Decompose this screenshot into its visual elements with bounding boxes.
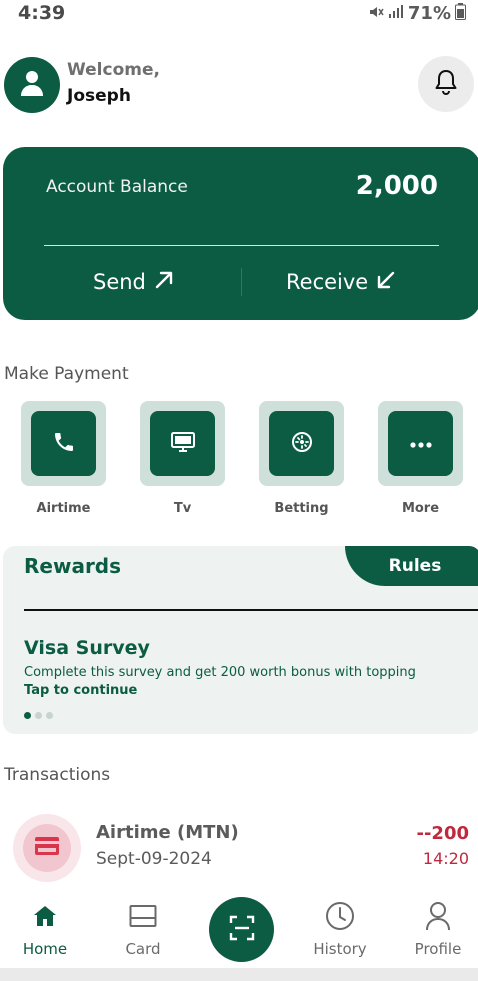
transactions-title: Transactions — [4, 765, 111, 785]
receive-label: Receive — [286, 270, 369, 294]
history-icon — [324, 900, 356, 932]
credit-card-icon — [34, 836, 60, 860]
nav-history[interactable]: History — [300, 900, 380, 966]
tv-icon — [170, 430, 196, 458]
betting-icon-box — [269, 411, 334, 476]
user-name: Joseph — [67, 86, 131, 106]
system-nav-bar — [0, 968, 478, 981]
more-icon — [409, 434, 433, 453]
airtime-button[interactable] — [21, 401, 106, 486]
more-icon-box — [388, 411, 453, 476]
user-icon — [19, 69, 45, 101]
tv-icon-box — [150, 411, 215, 476]
nav-profile-label: Profile — [414, 940, 462, 958]
rules-label: Rules — [388, 556, 442, 576]
status-bar: 4:39 71% — [0, 0, 478, 30]
survey-cta[interactable]: Tap to continue — [24, 683, 137, 698]
airtime-label: Airtime — [36, 501, 91, 516]
tv-label: Tv — [173, 501, 192, 516]
send-label: Send — [93, 270, 146, 294]
transaction-amount: --200 — [416, 823, 469, 844]
transaction-row[interactable]: Airtime (MTN) Sept-09-2024 --200 14:20 — [0, 812, 478, 882]
signal-icon — [388, 4, 404, 24]
rewards-card[interactable]: Rewards Rules Visa Survey Complete this … — [3, 546, 478, 734]
transaction-title: Airtime (MTN) — [96, 822, 239, 843]
balance-label: Account Balance — [46, 177, 188, 197]
nav-profile[interactable]: Profile — [398, 900, 478, 966]
status-time: 4:39 — [18, 2, 66, 24]
nav-history-label: History — [313, 940, 367, 958]
balance-value: 2,000 — [355, 171, 438, 201]
notifications-button[interactable] — [418, 56, 474, 112]
betting-icon — [290, 430, 314, 458]
receive-button[interactable]: Receive — [286, 265, 396, 299]
carousel-dot[interactable] — [46, 712, 53, 719]
survey-description: Complete this survey and get 200 worth b… — [24, 665, 416, 680]
balance-divider — [44, 245, 439, 246]
nav-card[interactable]: Card — [103, 900, 183, 966]
profile-icon — [425, 900, 451, 932]
header: Welcome, Joseph — [0, 54, 478, 116]
nav-card-label: Card — [125, 940, 161, 958]
survey-title: Visa Survey — [24, 637, 150, 659]
balance-card: Account Balance 2,000 Send Receive — [3, 147, 478, 320]
rewards-divider — [24, 609, 478, 611]
phone-icon — [52, 430, 76, 458]
carousel-dot[interactable] — [24, 712, 31, 719]
welcome-text: Welcome, — [67, 60, 160, 80]
rules-button[interactable]: Rules — [345, 546, 478, 586]
home-icon — [32, 900, 58, 932]
battery-percent: 71% — [407, 3, 451, 24]
carousel-dot[interactable] — [35, 712, 42, 719]
status-icons: 71% — [368, 3, 466, 24]
scan-icon — [229, 915, 255, 945]
card-icon — [129, 900, 157, 932]
action-separator — [241, 268, 242, 296]
nav-home-label: Home — [22, 940, 68, 958]
make-payment-title: Make Payment — [4, 364, 129, 384]
arrow-up-right-icon — [154, 270, 174, 295]
arrow-down-left-icon — [376, 270, 396, 295]
betting-button[interactable] — [259, 401, 344, 486]
transaction-icon-badge — [13, 814, 81, 882]
mute-icon — [368, 4, 384, 24]
transaction-date: Sept-09-2024 — [96, 849, 212, 869]
tv-button[interactable] — [140, 401, 225, 486]
airtime-icon-box — [31, 411, 96, 476]
rewards-title: Rewards — [24, 554, 122, 578]
bell-icon — [433, 68, 459, 100]
carousel-dots — [24, 712, 53, 719]
send-button[interactable]: Send — [93, 265, 174, 299]
more-label: More — [401, 501, 440, 516]
nav-home[interactable]: Home — [5, 900, 85, 966]
battery-icon — [455, 3, 466, 24]
transaction-time: 14:20 — [422, 849, 469, 868]
betting-label: Betting — [274, 501, 329, 516]
more-button[interactable] — [378, 401, 463, 486]
scan-button[interactable] — [209, 897, 274, 962]
avatar[interactable] — [4, 57, 60, 113]
bottom-nav: Home Card History Profile — [0, 890, 478, 968]
